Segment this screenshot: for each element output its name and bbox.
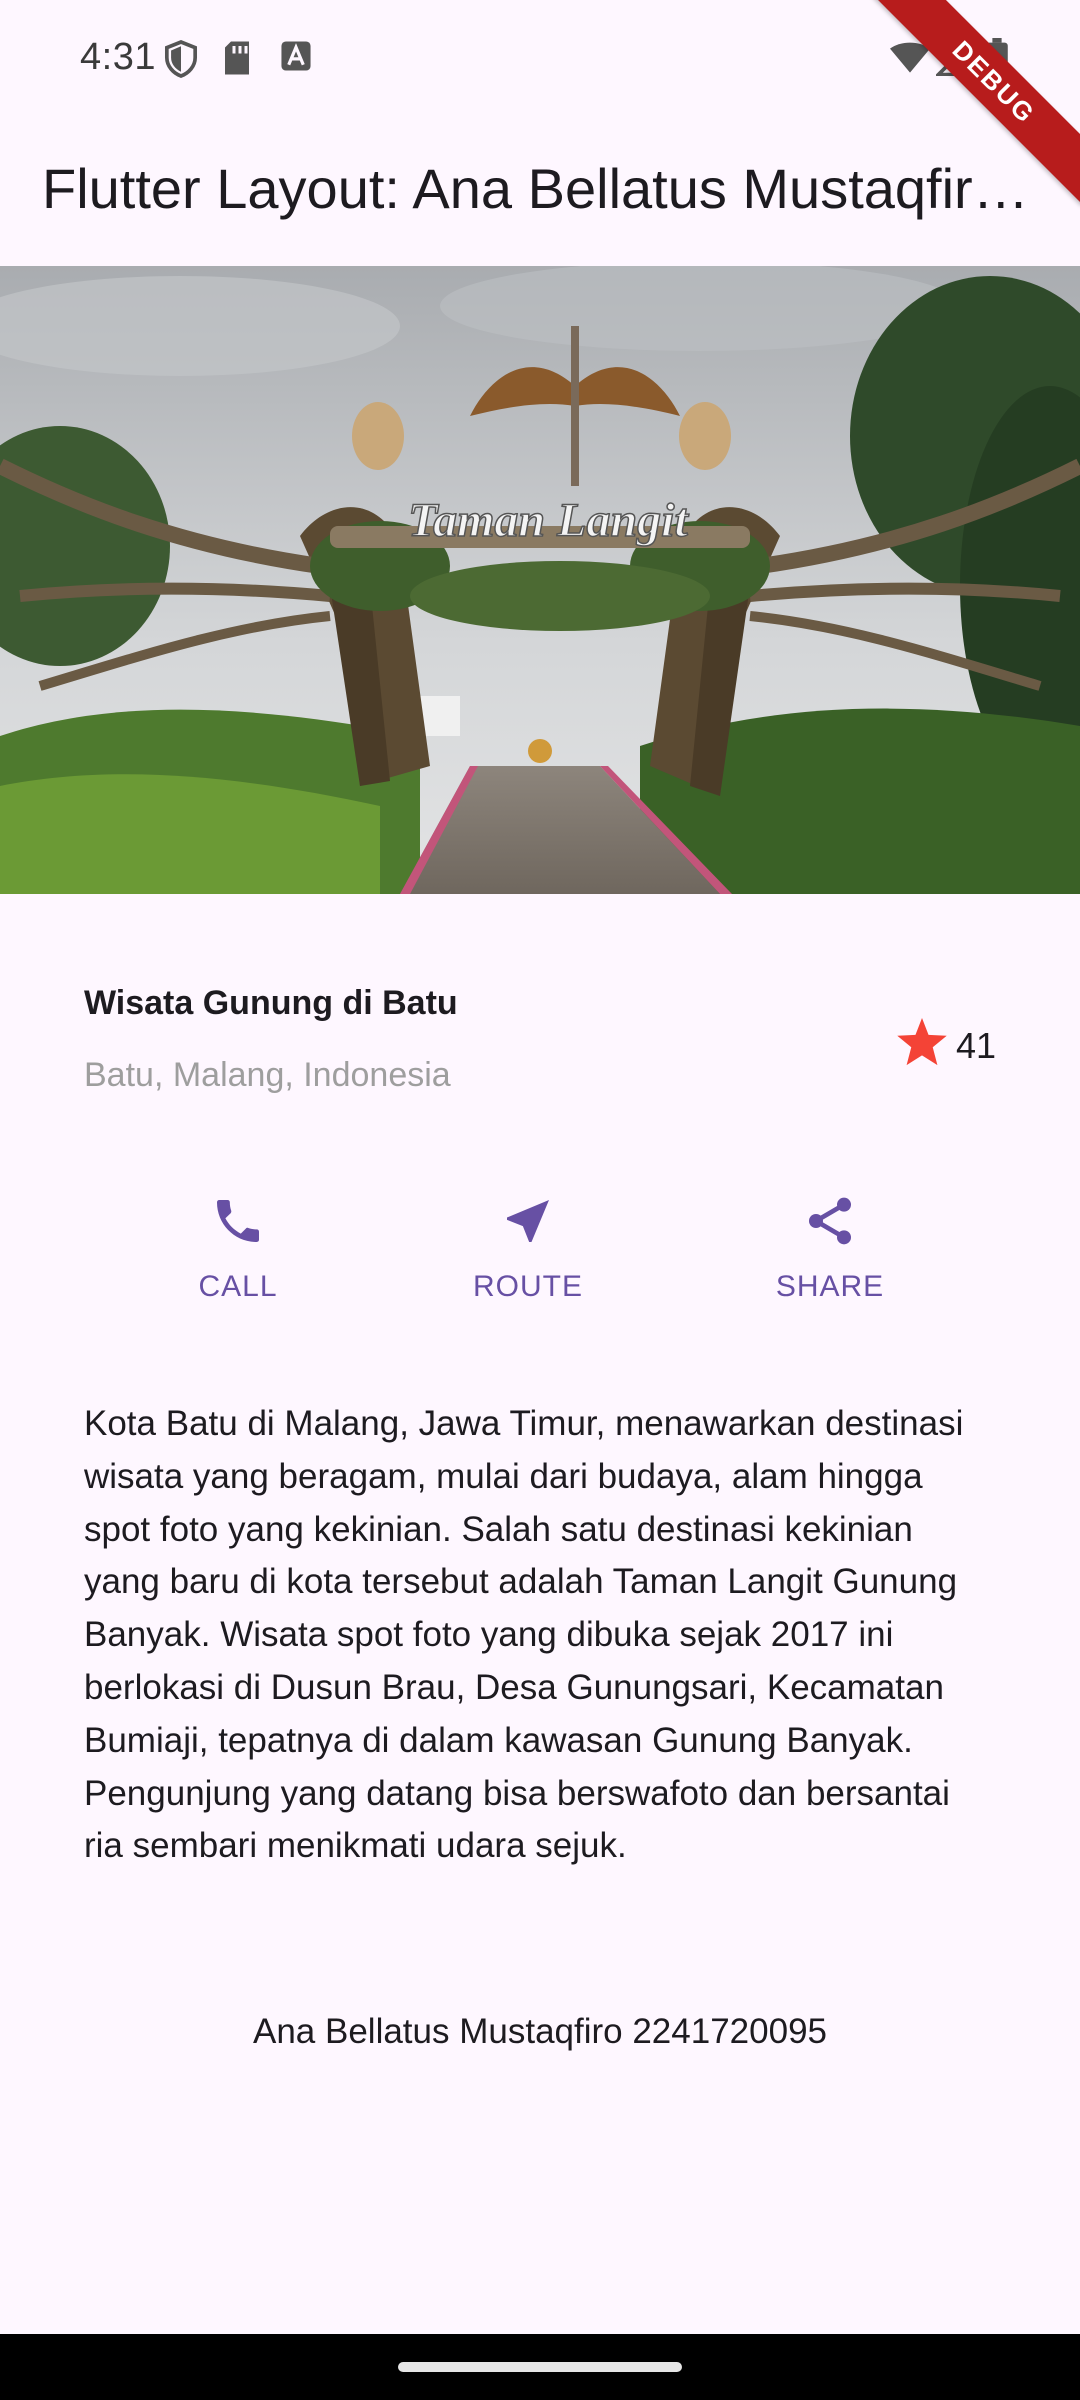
share-icon	[710, 1186, 950, 1256]
app-bar: Flutter Layout: Ana Bellatus Mustaqfiro …	[0, 120, 1080, 266]
hero-sign-text: Taman Langit	[408, 494, 689, 547]
author-text: Ana Bellatus Mustaqfiro 2241720095	[252, 2012, 827, 2051]
share-button[interactable]: SHARE	[710, 1186, 950, 1304]
call-button[interactable]: CALL	[118, 1186, 358, 1304]
shield-icon	[164, 40, 198, 83]
place-name: Wisata Gunung di Batu	[84, 984, 458, 1022]
rating: 41	[894, 1016, 996, 1075]
home-gesture-handle[interactable]	[398, 2362, 682, 2372]
place-location: Batu, Malang, Indonesia	[84, 1056, 451, 1094]
description-text: Kota Batu di Malang, Jawa Timur, menawar…	[84, 1404, 964, 1866]
screen: 4:31 DEBUG Flutter Layout: Ana Bellatus …	[0, 0, 1080, 2400]
route-label: ROUTE	[473, 1270, 583, 1303]
phone-icon	[118, 1186, 358, 1256]
button-section: CALL ROUTE SHARE	[0, 1186, 1080, 1336]
system-nav-bar	[0, 2334, 1080, 2400]
rating-count: 41	[955, 1024, 996, 1066]
hero-image: Taman Langit	[0, 266, 1080, 894]
title-section: Wisata Gunung di Batu Batu, Malang, Indo…	[84, 976, 996, 1116]
route-button[interactable]: ROUTE	[408, 1186, 648, 1304]
font-a-icon	[280, 40, 312, 77]
sd-card-icon	[222, 40, 252, 81]
share-label: SHARE	[775, 1270, 885, 1303]
call-label: CALL	[198, 1270, 278, 1303]
near-me-icon	[408, 1186, 648, 1256]
wifi-icon	[890, 42, 930, 79]
status-time: 4:31	[80, 36, 156, 78]
app-bar-title: Flutter Layout: Ana Bellatus Mustaqfiro …	[42, 157, 1042, 220]
star-icon	[894, 1016, 950, 1075]
